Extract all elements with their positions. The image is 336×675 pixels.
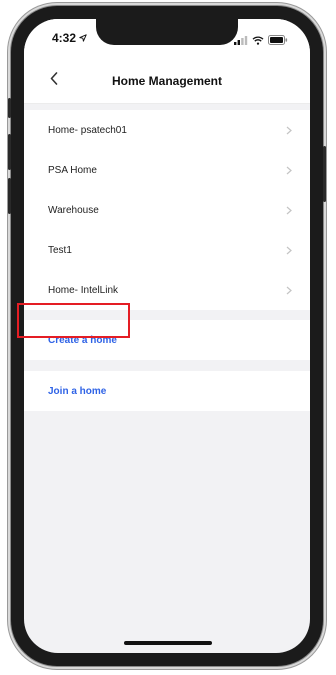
chevron-right-icon [286, 165, 294, 175]
join-home-button[interactable]: Join a home [48, 386, 106, 397]
volume-up-button [8, 134, 11, 170]
home-list-item[interactable]: Warehouse [24, 190, 310, 230]
chevron-right-icon [286, 245, 294, 255]
home-name: Test1 [48, 244, 72, 256]
highlight-box [17, 303, 130, 338]
volume-down-button [8, 178, 11, 214]
chevron-right-icon [286, 205, 294, 215]
home-list-item[interactable]: Home- psatech01 [24, 110, 310, 150]
home-name: PSA Home [48, 164, 97, 176]
chevron-right-icon [286, 125, 294, 135]
silent-switch [8, 98, 11, 118]
home-list-item[interactable]: Test1 [24, 230, 310, 270]
location-arrow-icon [79, 31, 87, 45]
home-name: Home- psatech01 [48, 124, 127, 136]
notch [96, 19, 238, 45]
home-name: Home- IntelLink [48, 284, 119, 296]
join-home-row: Join a home [24, 371, 310, 411]
status-time-text: 4:32 [52, 31, 77, 45]
home-list: Home- psatech01 PSA Home Warehouse Test1 [24, 110, 310, 310]
chevron-right-icon [286, 285, 294, 295]
status-icons [234, 32, 288, 50]
battery-icon [268, 32, 288, 50]
status-time: 4:32 [52, 31, 87, 45]
home-indicator[interactable] [124, 641, 212, 645]
wifi-icon [252, 32, 264, 50]
power-button [323, 146, 326, 202]
nav-bar: Home Management [24, 59, 310, 104]
home-list-item[interactable]: PSA Home [24, 150, 310, 190]
page-title: Home Management [111, 74, 223, 88]
home-name: Warehouse [48, 204, 99, 216]
